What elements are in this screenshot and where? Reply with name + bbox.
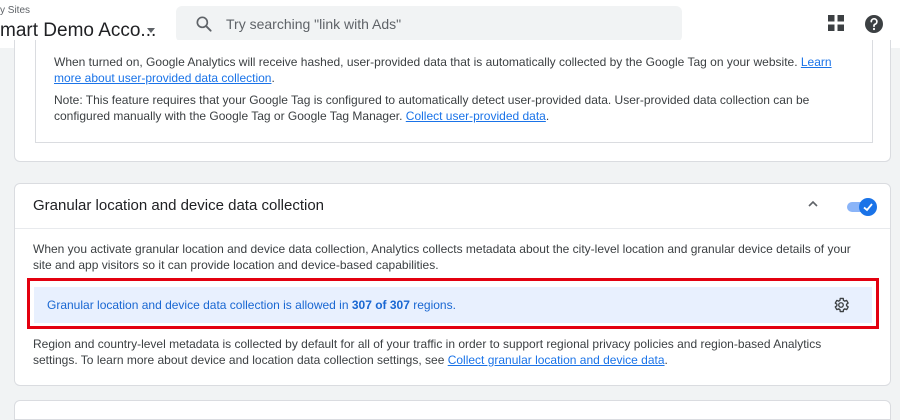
banner-prefix: Granular location and device data collec…	[47, 298, 352, 312]
banner-suffix: regions.	[409, 298, 456, 312]
granular-description: When you activate granular location and …	[33, 242, 851, 272]
collect-user-provided-data-link[interactable]: Collect user-provided data	[406, 109, 546, 123]
search-icon	[196, 16, 212, 32]
caret-down-icon[interactable]	[147, 28, 155, 33]
collect-granular-data-link[interactable]: Collect granular location and device dat…	[448, 353, 665, 367]
granular-location-card: Granular location and device data collec…	[14, 183, 891, 386]
user-provided-data-card: When turned on, Google Analytics will re…	[14, 40, 891, 162]
regions-status-text: Granular location and device data collec…	[47, 298, 456, 312]
punctuation: .	[664, 353, 668, 367]
apps-grid-icon[interactable]	[827, 14, 845, 32]
punctuation: .	[545, 109, 550, 123]
account-selector[interactable]: mart Demo Acco...	[0, 20, 156, 42]
user-provided-data-details: When turned on, Google Analytics will re…	[35, 40, 873, 143]
regions-count: 307 of 307	[351, 298, 410, 312]
description-text: When turned on, Google Analytics will re…	[54, 55, 801, 69]
next-card-edge	[14, 400, 891, 420]
search-bar[interactable]	[176, 6, 682, 42]
footer-text: Region and country-level metadata is col…	[33, 337, 822, 367]
regions-status-banner: Granular location and device data collec…	[34, 287, 872, 323]
punctuation: .	[271, 71, 275, 85]
user-provided-description: When turned on, Google Analytics will re…	[54, 54, 854, 86]
granular-data-toggle[interactable]	[847, 198, 877, 216]
search-input[interactable]	[226, 12, 666, 36]
help-icon[interactable]	[864, 14, 884, 34]
card-title: Granular location and device data collec…	[33, 197, 325, 214]
user-provided-note: Note: This feature requires that your Go…	[54, 92, 854, 124]
gear-icon[interactable]	[832, 296, 850, 314]
granular-footer: Region and country-level metadata is col…	[33, 336, 863, 368]
check-icon	[863, 203, 873, 212]
toggle-knob	[859, 198, 877, 216]
breadcrumb[interactable]: y Sites	[0, 5, 30, 16]
chevron-up-icon[interactable]	[806, 197, 820, 211]
divider	[15, 228, 890, 229]
